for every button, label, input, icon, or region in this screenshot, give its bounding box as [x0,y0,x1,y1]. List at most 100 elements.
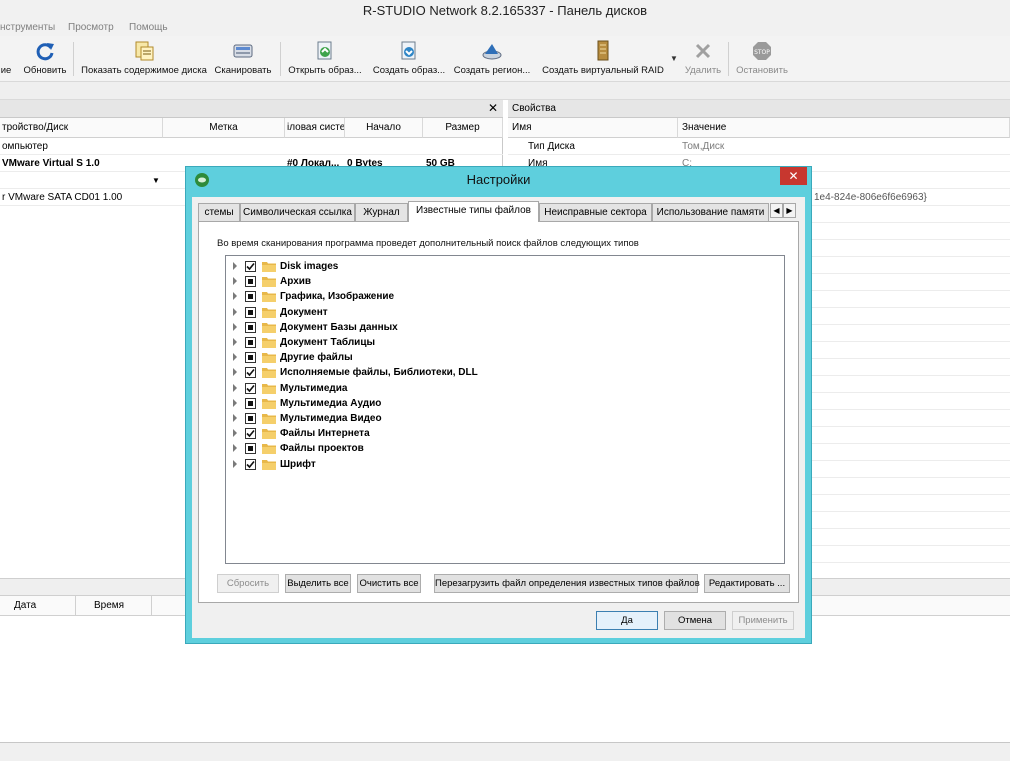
filetype-item[interactable]: Документ [226,305,776,320]
refresh-button[interactable]: Обновить [20,38,70,80]
filetype-label: Исполняемые файлы, Библиотеки, DLL [280,367,478,379]
tab-scroll-right-icon[interactable]: ▶ [783,203,796,218]
scan-icon [233,44,253,58]
column-header-time[interactable]: Время [94,600,124,611]
filetype-checkbox[interactable] [245,413,256,424]
clear-all-button[interactable]: Очистить все [357,574,421,593]
column-header-filesystem[interactable]: іловая систе [285,118,345,138]
raid-dropdown-arrow-icon[interactable]: ▼ [670,54,678,63]
show-content-button[interactable]: Показать содержимое диска [80,38,208,80]
tab-log[interactable]: Журнал [355,203,408,221]
property-row[interactable]: Тип Диска Том,Диск [508,138,1010,155]
expand-arrow-icon[interactable] [233,444,237,453]
folder-icon [262,429,276,440]
column-header-label[interactable]: Метка [163,118,285,138]
filetype-checkbox[interactable] [245,321,256,333]
apply-button[interactable]: Применить [732,611,794,630]
expand-arrow-icon[interactable] [233,414,237,422]
tab-scroll-left-icon[interactable]: ◀ [770,203,783,218]
expand-arrow-icon[interactable] [233,262,237,270]
filetype-item[interactable]: Графика, Изображение [226,289,776,304]
close-button[interactable]: ✕ [780,167,807,185]
filetype-item[interactable]: Документ Базы данных [226,320,776,335]
cancel-button[interactable]: Отмена [664,611,726,630]
filetype-checkbox[interactable] [245,397,256,409]
column-header-size[interactable]: Размер [423,118,503,138]
filetype-item[interactable]: Файлы проектов [226,441,776,456]
folder-icon [262,307,276,318]
filetype-checkbox[interactable] [245,458,256,470]
expand-arrow-icon[interactable] [233,368,237,377]
filetype-checkbox[interactable] [245,337,256,348]
scan-button[interactable]: Сканировать [212,38,274,80]
delete-button[interactable]: Удалить [680,38,726,80]
filetype-item[interactable]: Файлы Интернета [226,426,776,441]
folder-icon [262,459,276,470]
menu-item-help[interactable]: Помощь [129,22,168,33]
filetype-checkbox[interactable] [245,443,256,455]
ok-button[interactable]: Да [596,611,658,630]
filetype-item[interactable]: Мультимедиа Аудио [226,396,776,411]
expand-arrow-icon[interactable] [233,383,237,392]
filetype-item[interactable]: Архив [226,274,776,289]
filetype-checkbox[interactable] [245,352,256,364]
column-header-name[interactable]: Имя [508,118,678,138]
filetype-item[interactable]: Мультимедиа [226,381,776,396]
edit-button[interactable]: Редактировать ... [704,574,790,593]
filetype-item[interactable]: Шрифт [226,457,776,472]
device-row[interactable]: омпьютер [0,138,503,155]
column-header-device[interactable]: тройство/Диск [0,118,163,138]
expand-arrow-icon[interactable] [233,277,237,286]
filetype-label: Шрифт [280,458,316,470]
filetype-label: Графика, Изображение [280,291,395,303]
tab-page-known-file-types: Во время сканирования программа проведет… [198,221,799,603]
expand-arrow-icon[interactable] [233,307,237,316]
filetype-label: Мультимедиа [280,382,348,394]
expand-arrow-icon[interactable] [233,338,237,346]
filetype-item[interactable]: Документ Таблицы [226,335,776,350]
chevron-down-icon[interactable]: ▼ [152,172,160,189]
filetype-checkbox[interactable] [245,291,256,303]
column-header-start[interactable]: Начало [345,118,423,138]
filetype-tree[interactable]: Disk images Архив Графика, Изображение Доку… [225,255,785,564]
filetype-checkbox[interactable] [245,428,256,440]
create-region-button[interactable]: Создать регион... [452,38,532,80]
expand-arrow-icon[interactable] [233,459,237,468]
filetype-label: Другие файлы [280,352,353,364]
tab-filesystems[interactable]: стемы [198,203,240,221]
tab-memory-usage[interactable]: Использование памяти [652,203,769,221]
stop-button[interactable]: STOP Остановить [732,38,792,80]
tab-bad-sectors[interactable]: Неисправные сектора [539,203,652,221]
filetype-checkbox[interactable] [245,306,256,318]
toolbar-button-partial[interactable]: ие [0,38,16,80]
expand-arrow-icon[interactable] [233,322,237,331]
column-header-date[interactable]: Дата [14,600,36,611]
filetype-checkbox[interactable] [245,276,256,288]
expand-arrow-icon[interactable] [233,292,237,301]
filetype-checkbox[interactable] [245,367,256,379]
expand-arrow-icon[interactable] [233,429,237,438]
filetype-checkbox[interactable] [245,261,256,272]
menu-item-tools[interactable]: нструменты [0,22,55,33]
tab-known-file-types[interactable]: Известные типы файлов [408,201,539,222]
select-all-button[interactable]: Выделить все [285,574,351,593]
open-image-button[interactable]: Открыть образ... [286,38,364,80]
filetype-item[interactable]: Мультимедиа Видео [226,411,776,426]
create-image-button[interactable]: Создать образ... [370,38,448,80]
reload-definitions-button[interactable]: Перезагрузить файл определения известных… [434,574,700,593]
filetype-label: Архив [280,276,312,288]
folder-icon [262,398,276,409]
create-virtual-raid-button[interactable]: Создать виртуальный RAID [538,38,668,80]
close-icon[interactable]: ✕ [488,101,498,115]
column-header-value[interactable]: Значение [678,118,1010,138]
folder-icon [262,414,276,424]
filetype-item[interactable]: Disk images [226,259,776,274]
reset-button[interactable]: Сбросить [217,574,279,593]
menu-item-view[interactable]: Просмотр [68,22,114,33]
tab-symbolic-link[interactable]: Символическая ссылка [240,203,355,221]
expand-arrow-icon[interactable] [233,398,237,407]
filetype-item[interactable]: Другие файлы [226,350,776,365]
filetype-checkbox[interactable] [245,382,256,394]
expand-arrow-icon[interactable] [233,353,237,362]
filetype-item[interactable]: Исполняемые файлы, Библиотеки, DLL [226,365,776,380]
